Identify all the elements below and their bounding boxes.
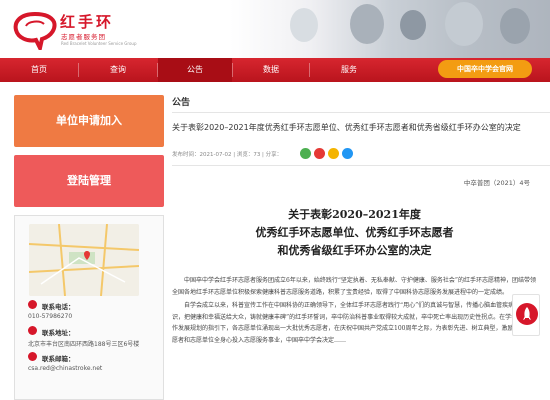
article-meta: 发布时间：2021-07-02 | 浏览：73 | 分享：: [172, 152, 283, 158]
site-header: 红手环 志愿者服务团 Red Bracelet Volunteer Servic…: [0, 0, 550, 58]
nav-announcements[interactable]: 公告: [158, 58, 232, 82]
article-title: 关于表彰2020–2021年度优秀红手环志愿单位、优秀红手环志愿者和优秀省级红手…: [172, 123, 521, 132]
location-icon: [28, 326, 37, 335]
more-share-icon[interactable]: [342, 148, 353, 159]
document-body: 中国卒中学会红手环志愿者服务团成立6年以来，始终践行“坚定执着、无私奉献、守护健…: [172, 275, 537, 348]
divider: [172, 165, 550, 166]
nav-data[interactable]: 数据: [233, 58, 309, 82]
email-icon: [28, 352, 37, 361]
wechat-share-icon[interactable]: [300, 148, 311, 159]
login-button[interactable]: 登陆管理: [14, 155, 164, 207]
nav-query[interactable]: 查询: [79, 58, 157, 82]
document-title-line: 和优秀省级红手环办公室的决定: [277, 244, 432, 257]
divider: [172, 112, 550, 113]
page: 红手环 志愿者服务团 Red Bracelet Volunteer Servic…: [0, 0, 550, 400]
brand-title: 红手环: [60, 13, 115, 31]
body-paragraph: 自学会成立以来，科普宣传工作在中国科协的正确领导下，全体红手环志愿者践行“用心”…: [172, 302, 536, 344]
back-to-top-button[interactable]: [512, 294, 540, 336]
address-value: 北京市丰台区南四环西路188号三区6号楼: [28, 341, 140, 348]
document-title: 关于表彰2020–2021年度 优秀红手环志愿单位、优秀红手环志愿者 和优秀省级…: [172, 206, 537, 260]
logo-mark-icon[interactable]: [10, 10, 60, 50]
document-title-line: 优秀红手环志愿单位、优秀红手环志愿者: [255, 226, 454, 239]
weibo-share-icon[interactable]: [314, 148, 325, 159]
contact-card: 联系电话： 010-57986270 联系地址： 北京市丰台区南四环西路188号…: [14, 215, 164, 400]
location-map[interactable]: [29, 224, 139, 296]
email-value[interactable]: csa.red@chinastroke.net: [28, 365, 102, 372]
official-site-button[interactable]: 中国卒中学会官网: [438, 60, 532, 78]
body-paragraph: 中国卒中学会红手环志愿者服务团成立6年以来，始终践行“坚定执着、无私奉献、守护健…: [172, 277, 536, 296]
brand-english: Red Bracelet Volunteer Service Group: [61, 41, 137, 46]
document-title-line: 关于表彰2020–2021年度: [288, 208, 421, 221]
phone-icon: [28, 300, 37, 309]
phone-label: 联系电话：: [42, 303, 75, 311]
nav-services[interactable]: 服务: [310, 58, 388, 82]
brand-subtitle: 志愿者服务团: [61, 33, 106, 41]
phone-value: 010-57986270: [28, 313, 73, 320]
qzone-share-icon[interactable]: [328, 148, 339, 159]
unit-apply-button[interactable]: 单位申请加入: [14, 95, 164, 147]
nav-home[interactable]: 首页: [0, 58, 78, 82]
document-number: 中卒普团（2021）4号: [463, 179, 530, 187]
header-banner-photo: [230, 0, 550, 58]
email-label: 联系邮箱：: [42, 355, 75, 363]
rocket-icon: [516, 303, 538, 325]
address-label: 联系地址：: [42, 329, 75, 337]
section-title: 公告: [172, 98, 191, 108]
